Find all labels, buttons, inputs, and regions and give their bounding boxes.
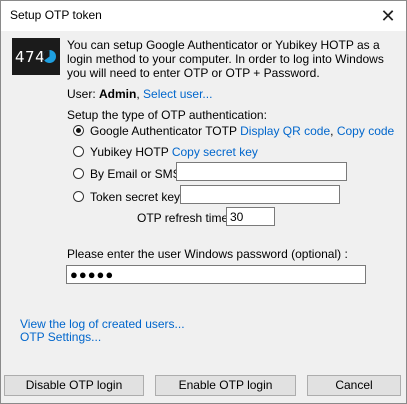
display-qr-code-link[interactable]: Display QR code: [240, 124, 330, 138]
copy-code-link[interactable]: Copy code: [337, 124, 394, 138]
cancel-button[interactable]: Cancel: [307, 375, 401, 396]
user-row: User: Admin, Select user...: [67, 87, 212, 101]
option-yubikey-row: Yubikey HOTP Copy secret key: [90, 145, 258, 159]
title-bar: Setup OTP token ✕: [1, 1, 406, 31]
refresh-time-label: OTP refresh time:: [137, 211, 232, 225]
intro-text: You can setup Google Authenticator or Yu…: [67, 38, 384, 80]
option-yubikey-label[interactable]: Yubikey HOTP: [90, 145, 168, 159]
token-secret-key-input[interactable]: [180, 185, 340, 204]
disable-otp-login-button[interactable]: Disable OTP login: [4, 375, 144, 396]
copy-secret-key-link[interactable]: Copy secret key: [172, 145, 258, 159]
setup-otp-dialog: Setup OTP token ✕ 474 You can setup Goog…: [0, 0, 407, 404]
password-label: Please enter the user Windows password (…: [67, 247, 348, 261]
window-title: Setup OTP token: [10, 8, 102, 22]
logo-text: 474: [15, 48, 46, 66]
radio-email-sms[interactable]: [73, 168, 84, 179]
option-google-label[interactable]: Google Authenticator TOTP: [90, 124, 237, 138]
option-token-label[interactable]: Token secret key:: [90, 190, 183, 204]
close-icon[interactable]: ✕: [373, 4, 403, 28]
email-sms-input[interactable]: [176, 162, 347, 181]
option-google-separator: ,: [330, 124, 334, 138]
refresh-time-input[interactable]: [226, 207, 275, 226]
radio-yubikey-hotp[interactable]: [73, 146, 84, 157]
user-separator: ,: [136, 87, 140, 101]
option-email-label[interactable]: By Email or SMS :: [90, 167, 187, 181]
user-label: User:: [67, 87, 96, 101]
option-google-row: Google Authenticator TOTP Display QR cod…: [90, 124, 394, 138]
token-dial-icon: [43, 50, 56, 63]
password-input[interactable]: [66, 265, 366, 284]
otp-logo: 474: [12, 38, 60, 75]
setup-type-label: Setup the type of OTP authentication:: [67, 108, 267, 122]
otp-settings-link[interactable]: OTP Settings...: [20, 330, 101, 344]
enable-otp-login-button[interactable]: Enable OTP login: [155, 375, 296, 396]
user-name: Admin: [99, 87, 137, 101]
radio-google-authenticator[interactable]: [73, 125, 84, 136]
radio-token-secret-key[interactable]: [73, 191, 84, 202]
view-log-link[interactable]: View the log of created users...: [20, 317, 185, 331]
select-user-link[interactable]: Select user...: [143, 87, 212, 101]
